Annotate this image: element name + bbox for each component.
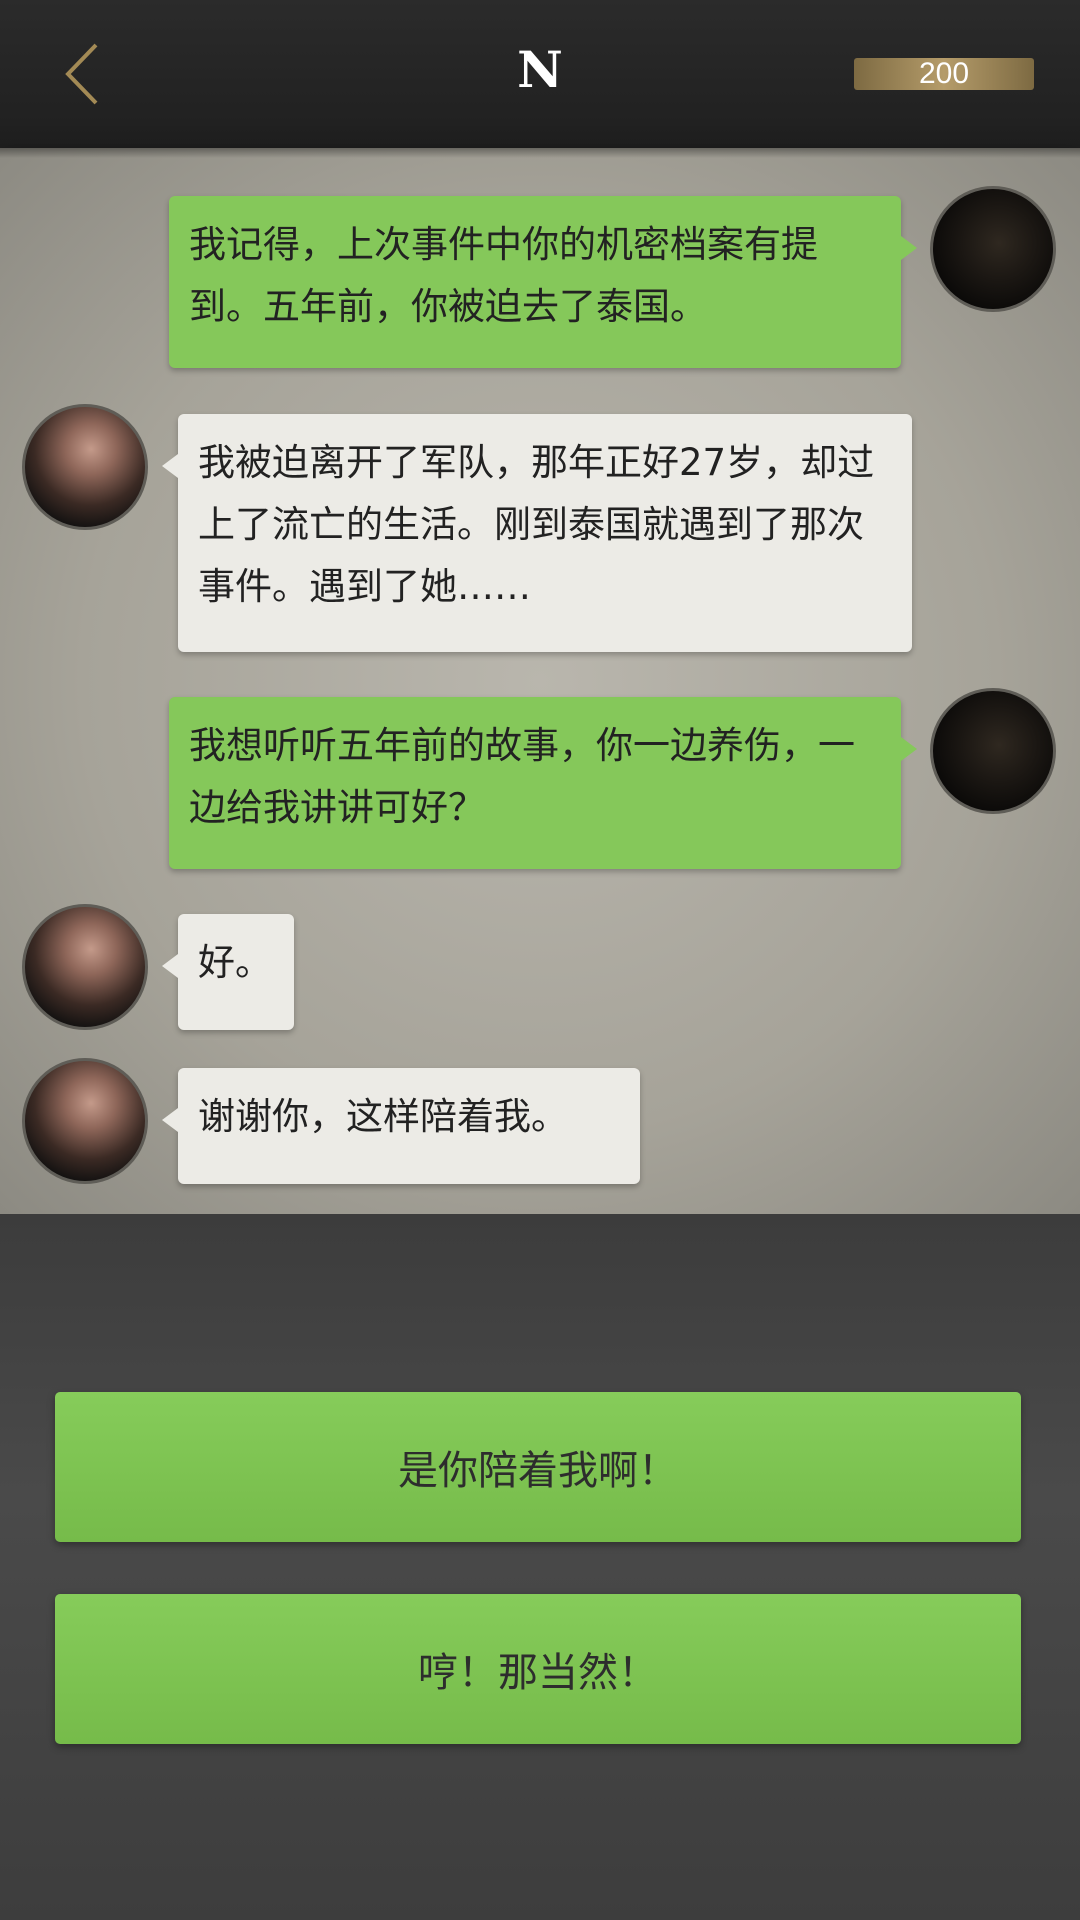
choice-panel: 是你陪着我啊！ 哼！那当然！ (0, 1214, 1080, 1920)
choice-button-2[interactable]: 哼！那当然！ (55, 1594, 1021, 1744)
message-bubble: 我记得，上次事件中你的机密档案有提到。五年前，你被迫去了泰国。 (169, 196, 917, 368)
message-bubble: 谢谢你，这样陪着我。 (162, 1068, 640, 1184)
npc-avatar[interactable] (22, 1058, 148, 1184)
choice-button-1[interactable]: 是你陪着我啊！ (55, 1392, 1021, 1542)
message-bubble: 我被迫离开了军队，那年正好27岁，却过上了流亡的生活。刚到泰国就遇到了那次事件。… (162, 414, 912, 652)
npc-avatar[interactable] (22, 904, 148, 1030)
top-bar: N 200 (0, 0, 1080, 150)
chat-log[interactable]: 我记得，上次事件中你的机密档案有提到。五年前，你被迫去了泰国。 我被迫离开了军队… (0, 148, 1080, 1214)
npc-avatar[interactable] (22, 404, 148, 530)
message-bubble: 好。 (162, 914, 294, 1030)
user-avatar[interactable] (930, 186, 1056, 312)
message-bubble: 我想听听五年前的故事，你一边养伤，一边给我讲讲可好？ (169, 697, 917, 869)
coin-counter: 200 (854, 58, 1034, 90)
user-avatar[interactable] (930, 688, 1056, 814)
